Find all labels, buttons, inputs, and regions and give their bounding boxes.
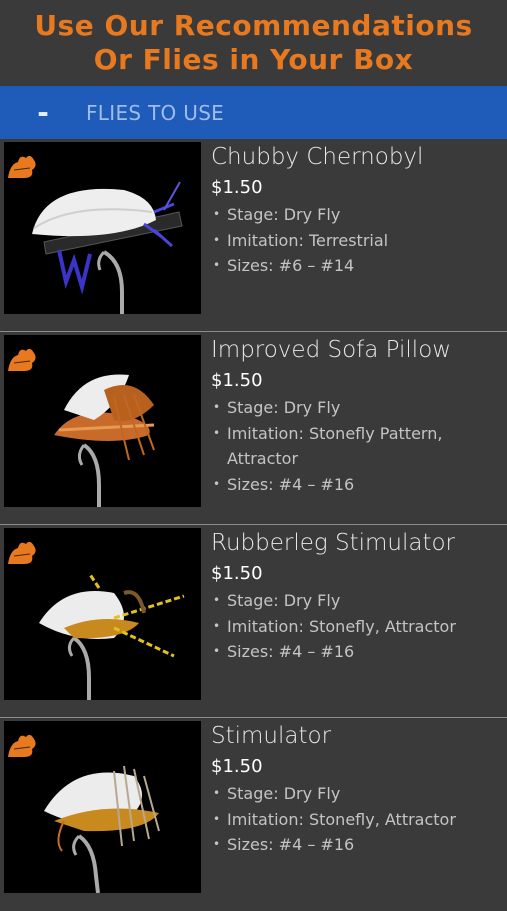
fly-imitation: Imitation: Terrestrial xyxy=(211,228,501,254)
fly-stage: Stage: Dry Fly xyxy=(211,588,501,614)
fly-attributes: Stage: Dry Fly Imitation: Stonefly, Attr… xyxy=(211,588,501,665)
fly-name: Stimulator xyxy=(211,723,332,749)
fly-sizes: Sizes: #4 – #16 xyxy=(211,639,501,665)
fly-details: Chubby Chernobyl $1.50 Stage: Dry Fly Im… xyxy=(211,142,501,279)
fly-logo-icon xyxy=(8,348,36,371)
flies-section-header[interactable]: - FLIES TO USE xyxy=(0,86,507,139)
fly-list-item[interactable]: Stimulator $1.50 Stage: Dry Fly Imitatio… xyxy=(0,718,507,911)
fly-logo-icon xyxy=(8,155,36,178)
fly-stage: Stage: Dry Fly xyxy=(211,202,501,228)
fly-details: Stimulator $1.50 Stage: Dry Fly Imitatio… xyxy=(211,721,501,858)
fly-price: $1.50 xyxy=(211,370,263,391)
collapse-toggle-icon[interactable]: - xyxy=(0,86,86,139)
fly-name: Improved Sofa Pillow xyxy=(211,337,452,363)
fly-list-item[interactable]: Chubby Chernobyl $1.50 Stage: Dry Fly Im… xyxy=(0,139,507,332)
fly-attributes: Stage: Dry Fly Imitation: Stonefly, Attr… xyxy=(211,781,501,858)
fly-list-item[interactable]: Rubberleg Stimulator $1.50 Stage: Dry Fl… xyxy=(0,525,507,718)
fly-photo xyxy=(4,142,201,314)
fly-price: $1.50 xyxy=(211,756,263,777)
fly-imitation: Imitation: Stonefly, Attractor xyxy=(211,614,501,640)
fly-name: Rubberleg Stimulator xyxy=(211,530,456,556)
fly-photo xyxy=(4,721,201,893)
fly-sizes: Sizes: #4 – #16 xyxy=(211,472,501,498)
fly-price: $1.50 xyxy=(211,177,263,198)
page-header: Use Our Recommendations Or Flies in Your… xyxy=(0,0,507,86)
fly-photo xyxy=(4,528,201,700)
fly-imitation: Imitation: Stonefly Pattern, Attractor xyxy=(211,421,501,472)
fly-sizes: Sizes: #4 – #16 xyxy=(211,832,501,858)
fly-sizes: Sizes: #6 – #14 xyxy=(211,253,501,279)
fly-stage: Stage: Dry Fly xyxy=(211,781,501,807)
fly-imitation: Imitation: Stonefly, Attractor xyxy=(211,807,501,833)
header-title-line1: Use Our Recommendations xyxy=(34,9,473,42)
fly-details: Rubberleg Stimulator $1.50 Stage: Dry Fl… xyxy=(211,528,501,665)
fly-name: Chubby Chernobyl xyxy=(211,144,424,170)
fly-attributes: Stage: Dry Fly Imitation: Stonefly Patte… xyxy=(211,395,501,497)
header-title-line2: Or Flies in Your Box xyxy=(93,43,414,76)
fly-photo xyxy=(4,335,201,507)
fly-list: Chubby Chernobyl $1.50 Stage: Dry Fly Im… xyxy=(0,139,507,911)
fly-list-item[interactable]: Improved Sofa Pillow $1.50 Stage: Dry Fl… xyxy=(0,332,507,525)
fly-logo-icon xyxy=(8,734,36,757)
fly-logo-icon xyxy=(8,541,36,564)
fly-stage: Stage: Dry Fly xyxy=(211,395,501,421)
fly-price: $1.50 xyxy=(211,563,263,584)
fly-attributes: Stage: Dry Fly Imitation: Terrestrial Si… xyxy=(211,202,501,279)
section-title: FLIES TO USE xyxy=(86,100,225,125)
fly-details: Improved Sofa Pillow $1.50 Stage: Dry Fl… xyxy=(211,335,501,497)
